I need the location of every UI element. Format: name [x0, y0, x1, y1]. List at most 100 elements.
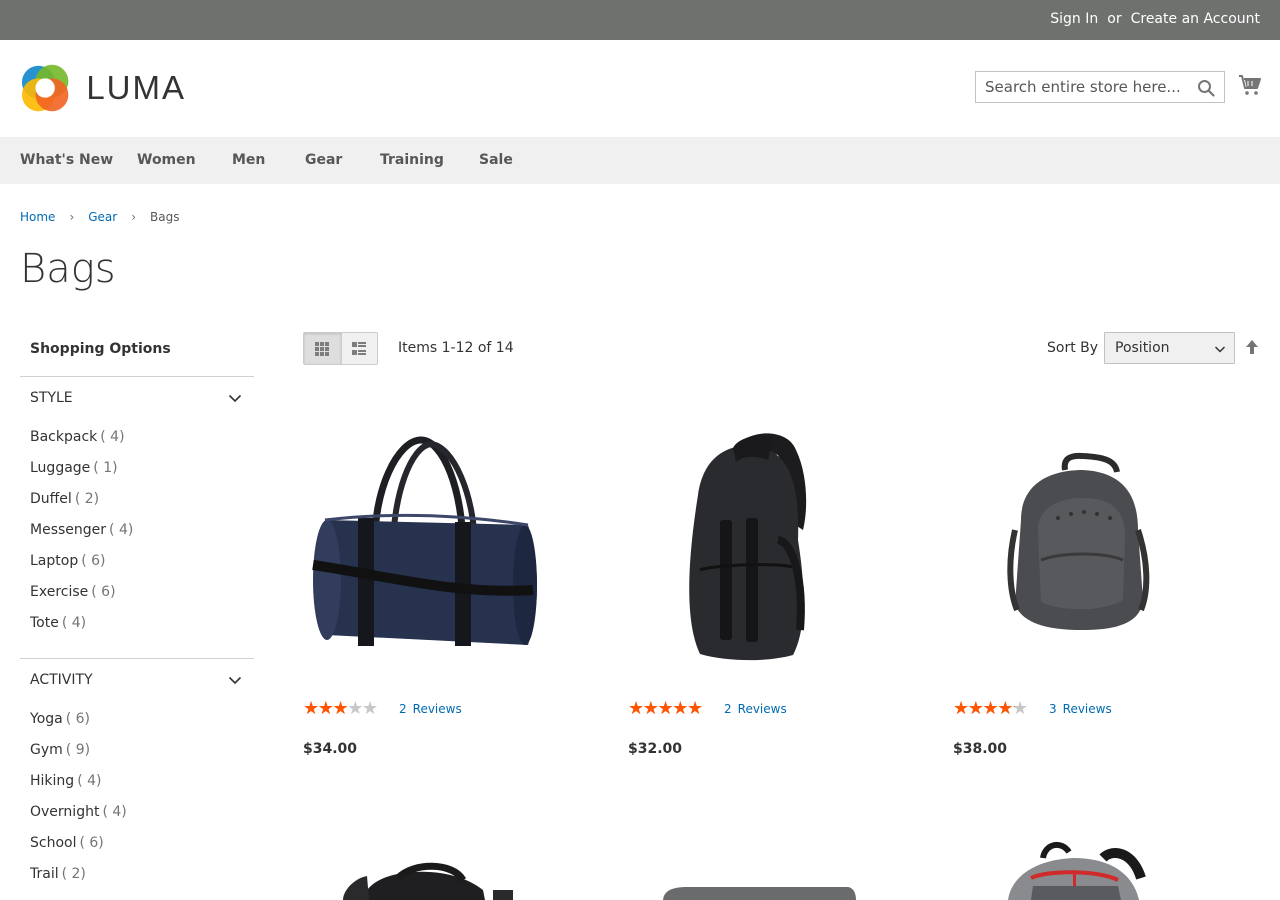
luma-logo[interactable]: LUMA: [20, 62, 186, 114]
filter-style-header[interactable]: STYLE: [20, 377, 254, 419]
option-label: Trail: [30, 866, 59, 882]
reviews-link[interactable]: 3 Reviews: [1049, 702, 1112, 716]
review-label: Reviews: [412, 702, 462, 716]
top-bar: Sign In or Create an Account: [0, 0, 1280, 40]
cart-icon[interactable]: [1238, 73, 1262, 97]
filter-option[interactable]: Messenger( 4): [30, 520, 254, 551]
option-count: ( 4): [100, 429, 125, 445]
items-amount: Items 1-12 of 14: [398, 340, 514, 356]
main-navigation: What's New Women Men Gear Training Sale: [0, 137, 1280, 184]
option-count: ( 2): [61, 866, 86, 882]
filter-option[interactable]: Exercise( 6): [30, 582, 254, 613]
nav-women[interactable]: Women: [137, 152, 196, 168]
option-label: Luggage: [30, 460, 91, 476]
product-image[interactable]: [303, 860, 543, 900]
option-label: Hiking: [30, 773, 75, 789]
rating-filled-stars: ★★★★★: [628, 700, 703, 718]
nav-training[interactable]: Training: [380, 152, 444, 168]
breadcrumb-home[interactable]: Home: [20, 210, 55, 224]
grid-icon: [315, 341, 330, 356]
option-count: ( 4): [109, 522, 134, 538]
review-label: Reviews: [1062, 702, 1112, 716]
chevron-down-icon: [1214, 346, 1226, 353]
reviews-link[interactable]: 2 Reviews: [399, 702, 462, 716]
luma-logo-icon: [21, 64, 69, 112]
product-image[interactable]: [303, 400, 543, 680]
filter-option[interactable]: Gym( 9): [30, 740, 254, 771]
product-price: $34.00: [303, 741, 358, 757]
breadcrumb: Home › Gear › Bags: [20, 210, 180, 224]
review-label: Reviews: [737, 702, 787, 716]
search-input[interactable]: [976, 72, 1224, 102]
filter-style: STYLE Backpack( 4) Luggage( 1) Duffel( 2…: [20, 376, 254, 658]
option-count: ( 1): [93, 460, 118, 476]
rating-stars-icon: ★★★★★ ★★★★★: [303, 700, 391, 718]
nav-whats-new[interactable]: What's New: [20, 152, 113, 168]
product-item: ★★★★★ ★★★★★ 2 Reviews $32.00: [628, 400, 898, 770]
list-view-button[interactable]: [340, 333, 378, 364]
filter-option[interactable]: Trail( 2): [30, 864, 254, 895]
product-rating: ★★★★★ ★★★★★ 3 Reviews: [953, 700, 1112, 718]
option-count: ( 6): [79, 835, 104, 851]
option-count: ( 6): [81, 553, 106, 569]
filter-option[interactable]: Laptop( 6): [30, 551, 254, 582]
breadcrumb-gear[interactable]: Gear: [88, 210, 117, 224]
product-image[interactable]: [628, 400, 868, 680]
filter-option[interactable]: Hiking( 4): [30, 771, 254, 802]
filter-option[interactable]: Duffel( 2): [30, 489, 254, 520]
sign-in-link[interactable]: Sign In: [1050, 11, 1098, 27]
product-price: $38.00: [953, 741, 1008, 757]
filter-option[interactable]: Tote( 4): [30, 613, 254, 644]
option-count: ( 4): [102, 804, 127, 820]
product-image[interactable]: [628, 880, 868, 900]
create-account-link[interactable]: Create an Account: [1131, 11, 1260, 27]
grid-view-button[interactable]: [304, 333, 341, 364]
or-text: or: [1107, 11, 1122, 27]
option-label: Laptop: [30, 553, 79, 569]
sort-direction-arrow-icon[interactable]: [1244, 339, 1260, 355]
sidebar-filters: Shopping Options STYLE Backpack( 4) Lugg…: [20, 330, 254, 900]
option-label: Messenger: [30, 522, 107, 538]
product-price: $32.00: [628, 741, 683, 757]
filter-option[interactable]: Backpack( 4): [30, 427, 254, 458]
product-rating: ★★★★★ ★★★★★ 2 Reviews: [628, 700, 787, 718]
product-item: ★★★★★ ★★★★★ 3 Reviews $38.00: [953, 400, 1223, 770]
option-count: ( 6): [65, 711, 91, 727]
breadcrumb-separator-icon: ›: [131, 210, 137, 224]
search-box: [975, 71, 1225, 103]
filter-activity-header[interactable]: ACTIVITY: [20, 659, 254, 701]
option-count: ( 4): [61, 615, 87, 631]
breadcrumb-separator-icon: ›: [69, 210, 75, 224]
option-label: Duffel: [30, 491, 72, 507]
filter-option[interactable]: Luggage( 1): [30, 458, 254, 489]
rating-filled-stars: ★★★★★: [953, 700, 1015, 718]
nav-gear[interactable]: Gear: [305, 152, 342, 168]
option-label: Backpack: [30, 429, 98, 445]
nav-men[interactable]: Men: [232, 152, 265, 168]
brand-name: LUMA: [86, 69, 186, 106]
option-count: ( 2): [74, 491, 100, 507]
option-label: Gym: [30, 742, 63, 758]
reviews-link[interactable]: 2 Reviews: [724, 702, 787, 716]
option-count: ( 6): [91, 584, 116, 600]
option-count: ( 9): [65, 742, 91, 758]
option-label: Tote: [30, 615, 59, 631]
filter-option[interactable]: Yoga( 6): [30, 709, 254, 740]
option-label: Overnight: [30, 804, 100, 820]
filter-option[interactable]: School( 6): [30, 833, 254, 864]
product-item: ★★★★★ ★★★★★ 2 Reviews $34.00: [303, 400, 573, 770]
nav-sale[interactable]: Sale: [479, 152, 513, 168]
filter-activity-options: Yoga( 6) Gym( 9) Hiking( 4) Overnight( 4…: [20, 701, 254, 900]
rating-stars-icon: ★★★★★ ★★★★★: [628, 700, 716, 718]
sort-by-select[interactable]: Position: [1104, 332, 1235, 364]
sort-by-value: Position: [1115, 340, 1170, 356]
option-label: Yoga: [30, 711, 63, 727]
filter-style-options: Backpack( 4) Luggage( 1) Duffel( 2) Mess…: [20, 419, 254, 658]
review-count: 3: [1049, 702, 1057, 716]
search-icon[interactable]: [1197, 79, 1215, 97]
chevron-down-icon: [228, 394, 242, 403]
product-image[interactable]: [953, 838, 1193, 900]
sort-by-label: Sort By: [1047, 340, 1099, 356]
product-image[interactable]: [953, 400, 1193, 680]
filter-option[interactable]: Overnight( 4): [30, 802, 254, 833]
